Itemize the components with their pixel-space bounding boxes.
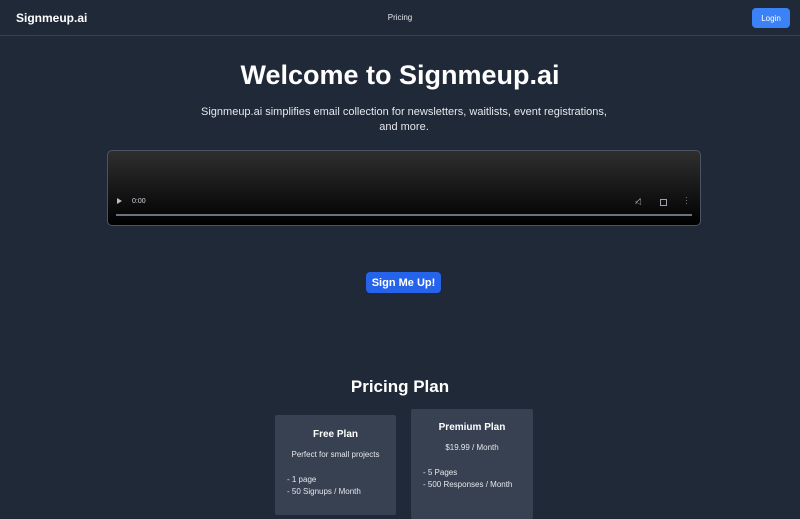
plan-feature: - 500 Responses / Month [423,480,513,489]
plan-description: Perfect for small projects [291,450,380,459]
video-progress-bar[interactable] [116,214,692,216]
mute-icon[interactable]: ◁̸ [635,197,641,206]
play-icon[interactable] [117,198,122,204]
plan-features: - 1 page - 50 Signups / Month [287,474,384,498]
more-options-icon[interactable]: · · · [685,194,688,208]
plan-features: - 5 Pages - 500 Responses / Month [423,467,521,491]
plan-name: Free Plan [312,429,359,440]
plan-price: $19.99 / Month [445,443,499,452]
plan-card-free: Free Plan Perfect for small projects - 1… [275,415,396,515]
video-player[interactable]: 0:00 ◁̸ · · · [107,150,701,226]
sign-up-button[interactable]: Sign Me Up! [366,272,441,293]
navbar: Signmeup.ai Pricing Login [0,0,800,36]
hero-subtitle: Signmeup.ai simplifies email collection … [201,106,607,133]
login-button[interactable]: Login [752,8,790,28]
page-title: Welcome to Signmeup.ai [240,60,560,90]
plan-feature: - 1 page [287,475,317,484]
video-time: 0:00 [132,198,146,205]
plan-feature: - 5 Pages [423,468,458,477]
plan-feature: - 50 Signups / Month [287,487,361,496]
fullscreen-icon[interactable] [660,199,667,206]
nav-link-pricing[interactable]: Pricing [0,13,800,22]
plan-card-premium: Premium Plan $19.99 / Month - 5 Pages - … [411,409,533,519]
pricing-title: Pricing Plan [350,377,450,396]
plan-name: Premium Plan [438,422,506,433]
